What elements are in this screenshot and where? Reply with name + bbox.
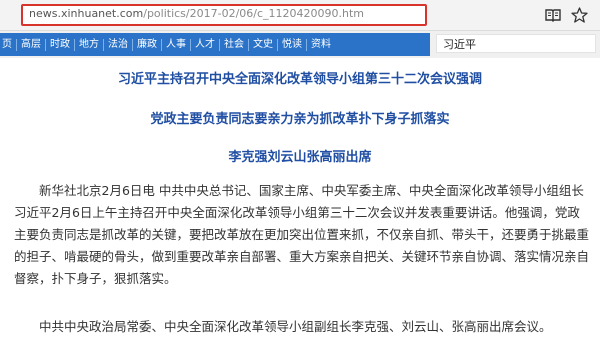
nav-item-reading[interactable]: 悦读	[278, 38, 307, 51]
site-navbar: 页 高层 时政 地方 法治 廉政 人事 人才 社会 文史 悦读 资料	[0, 31, 600, 58]
search-input[interactable]	[436, 34, 596, 53]
article-subtitle: 党政主要负责同志要亲力亲为抓改革扑下身子抓落实	[150, 112, 450, 127]
url-text: news.xinhuanet.com/politics/2017-02/06/c…	[29, 7, 364, 20]
address-bar: news.xinhuanet.com/politics/2017-02/06/c…	[0, 0, 600, 31]
url-field[interactable]: news.xinhuanet.com/politics/2017-02/06/c…	[21, 4, 427, 26]
nav-item-history[interactable]: 文史	[249, 38, 278, 51]
nav-item-archive[interactable]: 资料	[307, 39, 335, 51]
nav-item-leaders[interactable]: 高层	[17, 38, 46, 51]
article-title: 习近平主持召开中央全面深化改革领导小组第三十二次会议强调	[117, 72, 482, 87]
star-icon[interactable]	[569, 5, 589, 25]
nav-item-politics[interactable]: 时政	[46, 38, 75, 51]
nav-item-integrity[interactable]: 廉政	[133, 38, 162, 51]
article-paragraph: 新华社北京2月6日电 中共中央总书记、国家主席、中央军委主席、中央全面深化改革领…	[14, 183, 590, 286]
url-domain: news.xinhuanet.com	[29, 7, 144, 20]
url-path: /politics/2017-02/06/c_1120420090.htm	[143, 7, 365, 20]
article-paragraph: 中共中央政治局常委、中央全面深化改革领导小组副组长李克强、刘云山、张高丽出席会议…	[39, 319, 552, 334]
nav-menu: 页 高层 时政 地方 法治 廉政 人事 人才 社会 文史 悦读 资料	[0, 33, 430, 56]
article-subtitle-attendees: 李克强刘云山张高丽出席	[228, 150, 372, 165]
nav-item-law[interactable]: 法治	[104, 38, 133, 51]
nav-item-home[interactable]: 页	[0, 38, 17, 51]
nav-item-local[interactable]: 地方	[75, 38, 104, 51]
nav-item-personnel[interactable]: 人事	[162, 38, 191, 51]
nav-item-society[interactable]: 社会	[220, 38, 249, 51]
book-icon[interactable]	[543, 5, 563, 25]
nav-item-talent[interactable]: 人才	[191, 38, 220, 51]
